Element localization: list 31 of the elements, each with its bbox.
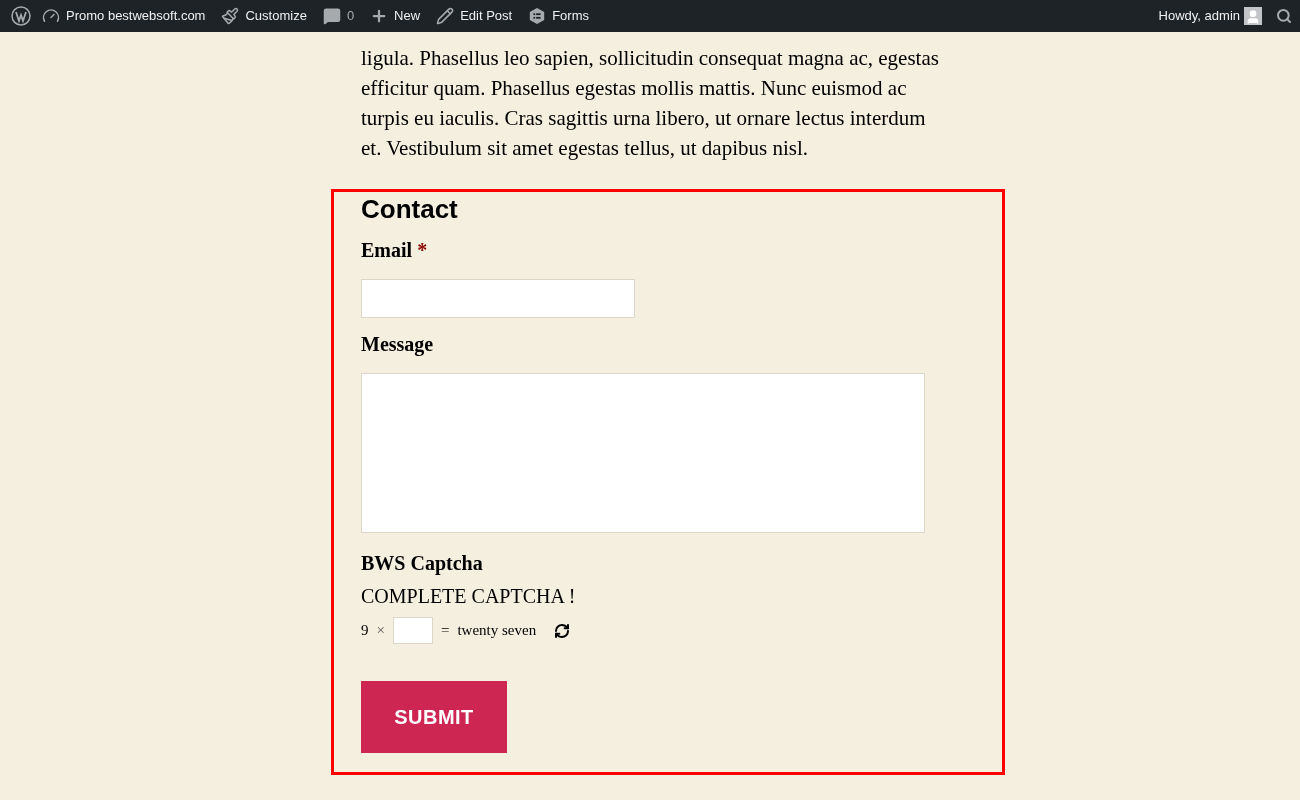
comment-icon [322, 7, 341, 25]
required-mark: * [417, 238, 428, 262]
forms-icon [528, 7, 547, 25]
paintbrush-icon [221, 7, 240, 25]
gauge-icon [42, 7, 60, 25]
field-label: Email [361, 238, 413, 262]
captcha-prompt: COMPLETE CAPTCHA ! [361, 584, 577, 608]
captcha-label: BWS Captcha [361, 551, 484, 575]
avatar-icon[interactable] [1244, 7, 1262, 25]
admin-greeting[interactable]: Howdy, admin [1154, 6, 1244, 26]
captcha-operand: 9 [361, 621, 369, 641]
submit-button[interactable]: SUBMIT [361, 681, 507, 753]
admin-bar-item[interactable]: Promo bestwebsoft.com [34, 0, 214, 32]
form-title: Contact [361, 194, 459, 224]
captcha-field[interactable] [392, 617, 433, 644]
email-field[interactable] [361, 279, 635, 318]
captcha-equals: = [440, 621, 450, 641]
captcha-result: twenty seven [457, 621, 537, 641]
admin-bar-item[interactable]: 0 [314, 0, 363, 32]
admin-bar-item[interactable]: Edit Post [428, 0, 521, 32]
admin-bar-item[interactable]: Forms [520, 0, 597, 32]
wordpress-logo-icon[interactable] [11, 6, 31, 26]
admin-bar-item[interactable]: New [362, 0, 429, 32]
body-paragraph: ligula. Phasellus leo sapien, sollicitudin consequat magna ac, egestas efficitur quam. Phasellus egestas mollis mattis. Nunc euismod ac turpis eu iaculis. Cras sagittis urna libero, ut ornare lectus interdum et. Vestibulum sit amet egestas tellus, ut dapibus nisl. [361, 45, 940, 162]
captcha-operator: × [376, 621, 385, 641]
admin-bar-item[interactable]: Customize [213, 0, 315, 32]
field-label: Message [361, 332, 434, 356]
pencil-icon [436, 7, 455, 25]
message-field[interactable] [361, 373, 925, 533]
search-icon[interactable] [1276, 8, 1292, 24]
refresh-icon[interactable] [554, 622, 571, 639]
